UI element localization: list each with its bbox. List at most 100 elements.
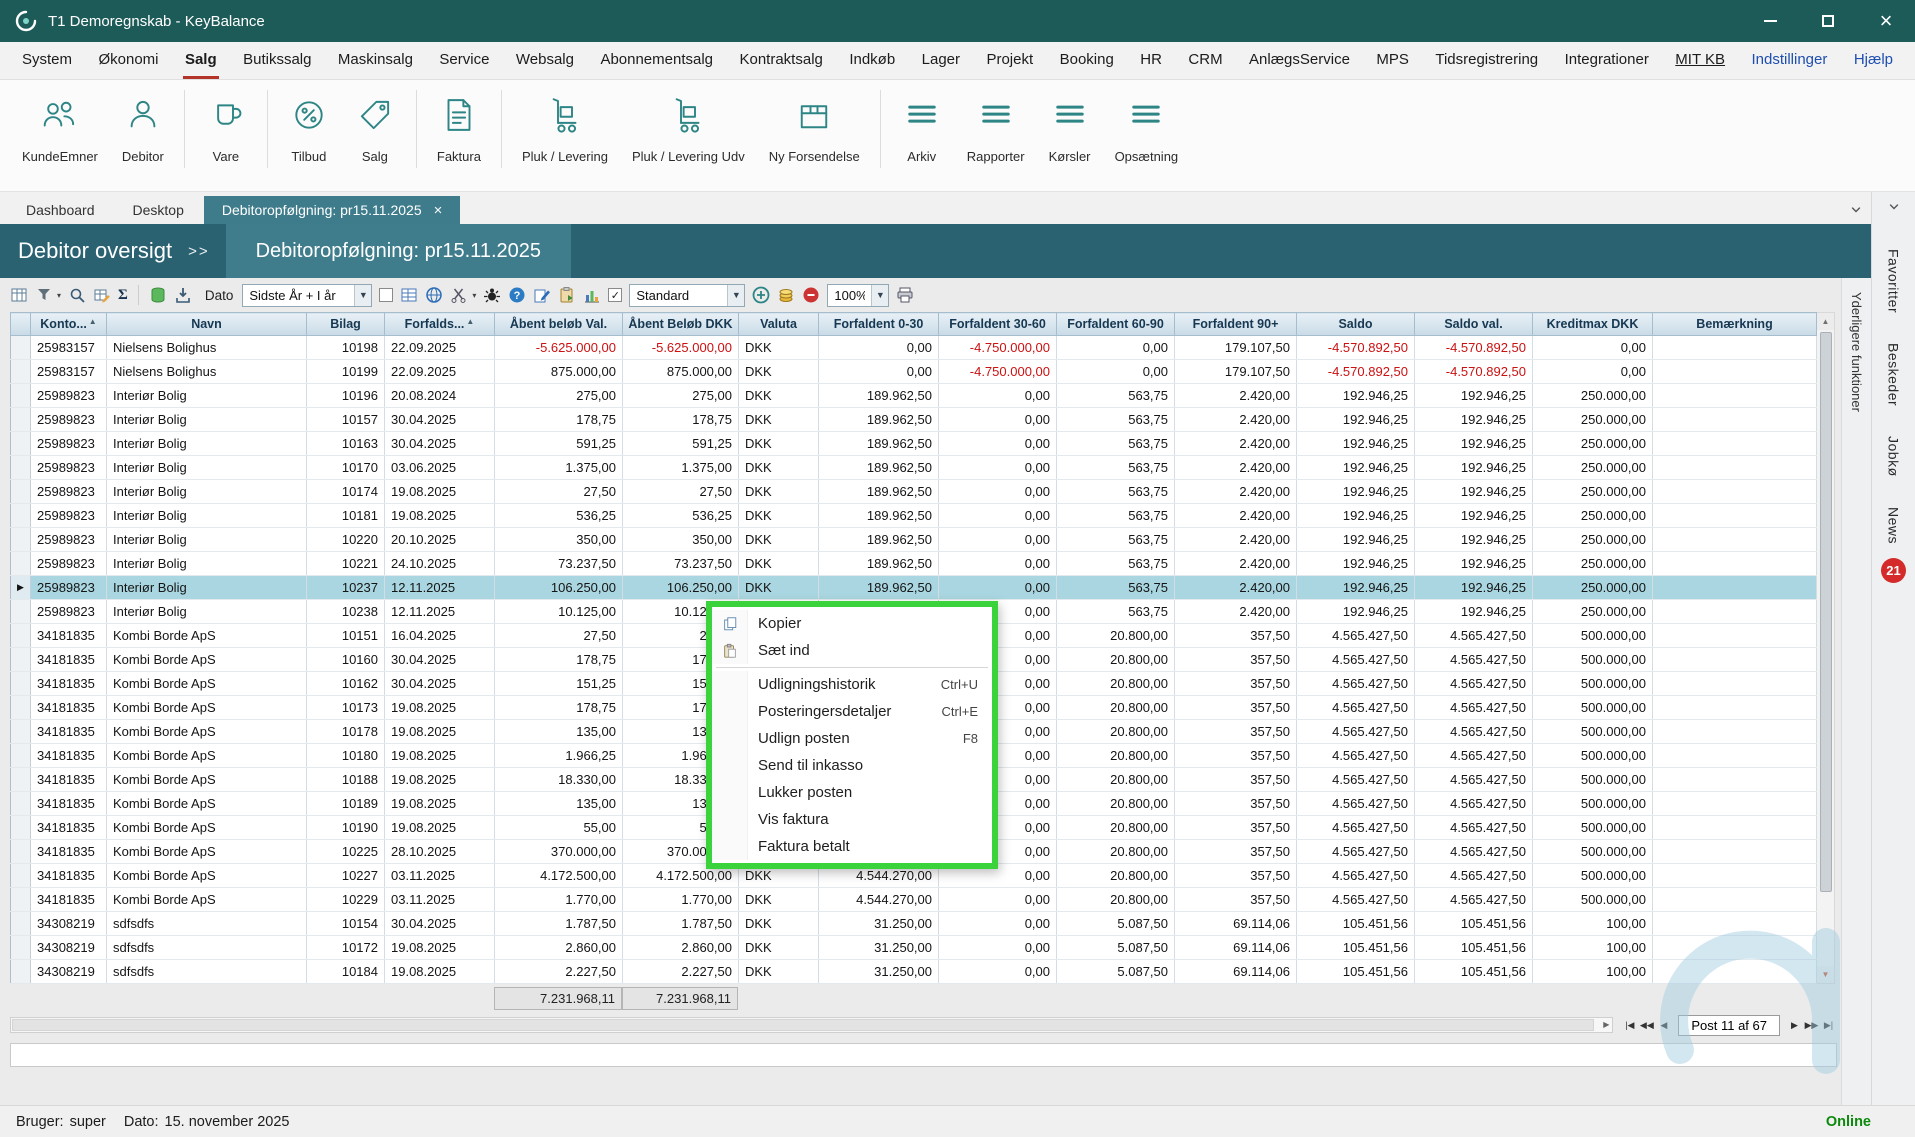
cell[interactable]: 0,00 (939, 888, 1057, 912)
layout-icon[interactable] (93, 285, 111, 305)
tab-dashboard[interactable]: Dashboard (8, 196, 113, 224)
cell[interactable]: 4.565.427,50 (1415, 864, 1533, 888)
cell[interactable]: 357,50 (1175, 648, 1297, 672)
cell[interactable]: 10180 (307, 744, 385, 768)
cell[interactable]: 20.800,00 (1057, 864, 1175, 888)
cell[interactable]: 0,00 (939, 432, 1057, 456)
cell[interactable]: Kombi Borde ApS (107, 672, 307, 696)
cell[interactable]: 0,00 (1057, 360, 1175, 384)
cell[interactable]: 34308219 (31, 936, 107, 960)
menu-mps[interactable]: MPS (1374, 42, 1411, 79)
cell[interactable]: 12.11.2025 (385, 600, 495, 624)
scroll-up-icon[interactable]: ▲ (1817, 313, 1834, 330)
cell[interactable] (1653, 960, 1817, 984)
menu-lager[interactable]: Lager (920, 42, 962, 79)
cell[interactable]: 250.000,00 (1533, 432, 1653, 456)
cell[interactable]: DKK (739, 360, 819, 384)
cell[interactable]: 34181835 (31, 744, 107, 768)
cell[interactable]: -4.570.892,50 (1415, 360, 1533, 384)
table-row[interactable]: 34181835Kombi Borde ApS1022903.11.20251.… (11, 888, 1817, 912)
bug-icon[interactable] (483, 285, 501, 305)
cell[interactable]: 34308219 (31, 912, 107, 936)
cell[interactable]: 250.000,00 (1533, 480, 1653, 504)
cell[interactable]: 10160 (307, 648, 385, 672)
scrollbar-thumb[interactable] (1820, 332, 1832, 892)
column-header-bilag[interactable]: Bilag (307, 313, 385, 336)
table-row[interactable]: 25989823Interiør Bolig1022020.10.2025350… (11, 528, 1817, 552)
cell[interactable]: 106.250,00 (495, 576, 623, 600)
cell[interactable]: 25983157 (31, 336, 107, 360)
cell[interactable]: 25989823 (31, 504, 107, 528)
cell[interactable]: 250.000,00 (1533, 408, 1653, 432)
cell[interactable]: 10238 (307, 600, 385, 624)
cell[interactable]: 10190 (307, 816, 385, 840)
cell[interactable]: 2.420,00 (1175, 576, 1297, 600)
cell[interactable]: 250.000,00 (1533, 528, 1653, 552)
cell[interactable]: 250.000,00 (1533, 456, 1653, 480)
search-icon[interactable] (68, 285, 86, 305)
dropdown-caret-icon[interactable]: ▾ (472, 291, 476, 300)
cell[interactable]: 34181835 (31, 888, 107, 912)
cell[interactable]: 22.09.2025 (385, 360, 495, 384)
cell[interactable]: 192.946,25 (1297, 408, 1415, 432)
cell[interactable] (1653, 456, 1817, 480)
cell[interactable]: 189.962,50 (819, 480, 939, 504)
checkbox-unchecked[interactable] (379, 288, 393, 302)
cell[interactable]: 10172 (307, 936, 385, 960)
cell[interactable]: 19.08.2025 (385, 792, 495, 816)
cell[interactable]: 20.800,00 (1057, 744, 1175, 768)
cell[interactable]: 500.000,00 (1533, 792, 1653, 816)
cell[interactable]: 10196 (307, 384, 385, 408)
cell[interactable]: 105.451,56 (1415, 936, 1533, 960)
cell[interactable]: 34181835 (31, 696, 107, 720)
vertical-scrollbar[interactable]: ▲ ▼ (1817, 312, 1835, 984)
cell[interactable]: 2.420,00 (1175, 528, 1297, 552)
table-row[interactable]: 25989823Interiør Bolig1022124.10.202573.… (11, 552, 1817, 576)
cell[interactable]: DKK (739, 960, 819, 984)
cell[interactable]: 0,00 (939, 528, 1057, 552)
cell[interactable]: Interiør Bolig (107, 600, 307, 624)
cell[interactable] (1653, 648, 1817, 672)
cell[interactable]: 591,25 (623, 432, 739, 456)
cell[interactable]: 357,50 (1175, 792, 1297, 816)
cell[interactable]: 31.250,00 (819, 960, 939, 984)
column-header-bemærkning[interactable]: Bemærkning (1653, 313, 1817, 336)
cell[interactable]: 5.087,50 (1057, 936, 1175, 960)
cell[interactable]: 4.565.427,50 (1297, 768, 1415, 792)
cell[interactable] (1653, 672, 1817, 696)
cell[interactable]: 100,00 (1533, 912, 1653, 936)
cell[interactable]: 34181835 (31, 840, 107, 864)
cell[interactable]: 192.946,25 (1297, 456, 1415, 480)
cell[interactable]: 192.946,25 (1415, 552, 1533, 576)
cell[interactable]: sdfsdfs (107, 960, 307, 984)
database-icon[interactable] (149, 285, 167, 305)
menu-butikssalg[interactable]: Butikssalg (241, 42, 313, 79)
cell[interactable]: 105.451,56 (1297, 912, 1415, 936)
cell[interactable]: DKK (739, 888, 819, 912)
cell[interactable]: 500.000,00 (1533, 840, 1653, 864)
cell[interactable]: 0,00 (939, 576, 1057, 600)
cell[interactable]: 03.06.2025 (385, 456, 495, 480)
cell[interactable]: 4.565.427,50 (1297, 840, 1415, 864)
cell[interactable]: Kombi Borde ApS (107, 696, 307, 720)
cell[interactable]: 4.565.427,50 (1415, 792, 1533, 816)
cell[interactable]: 10170 (307, 456, 385, 480)
cell[interactable]: 178,75 (495, 648, 623, 672)
cell[interactable]: 10199 (307, 360, 385, 384)
table-row[interactable]: 25989823Interiør Bolig1017003.06.20251.3… (11, 456, 1817, 480)
cell[interactable]: 55,00 (495, 816, 623, 840)
filter-icon[interactable] (35, 285, 53, 305)
table-row[interactable]: 34308219sdfsdfs1015430.04.20251.787,501.… (11, 912, 1817, 936)
last-record-button[interactable]: ▶| (1820, 1020, 1837, 1031)
cell[interactable]: -4.570.892,50 (1297, 360, 1415, 384)
table-row[interactable]: 25983157Nielsens Bolighus1019822.09.2025… (11, 336, 1817, 360)
cell[interactable]: 10174 (307, 480, 385, 504)
sidebar-tab-beskeder[interactable]: Beskeder (1886, 343, 1902, 406)
cell[interactable]: Nielsens Bolighus (107, 336, 307, 360)
cell[interactable]: 30.04.2025 (385, 432, 495, 456)
cell[interactable]: 563,75 (1057, 504, 1175, 528)
cell[interactable]: 563,75 (1057, 408, 1175, 432)
cell[interactable]: 20.800,00 (1057, 792, 1175, 816)
cell[interactable]: 19.08.2025 (385, 720, 495, 744)
cell[interactable]: 10.125,00 (495, 600, 623, 624)
